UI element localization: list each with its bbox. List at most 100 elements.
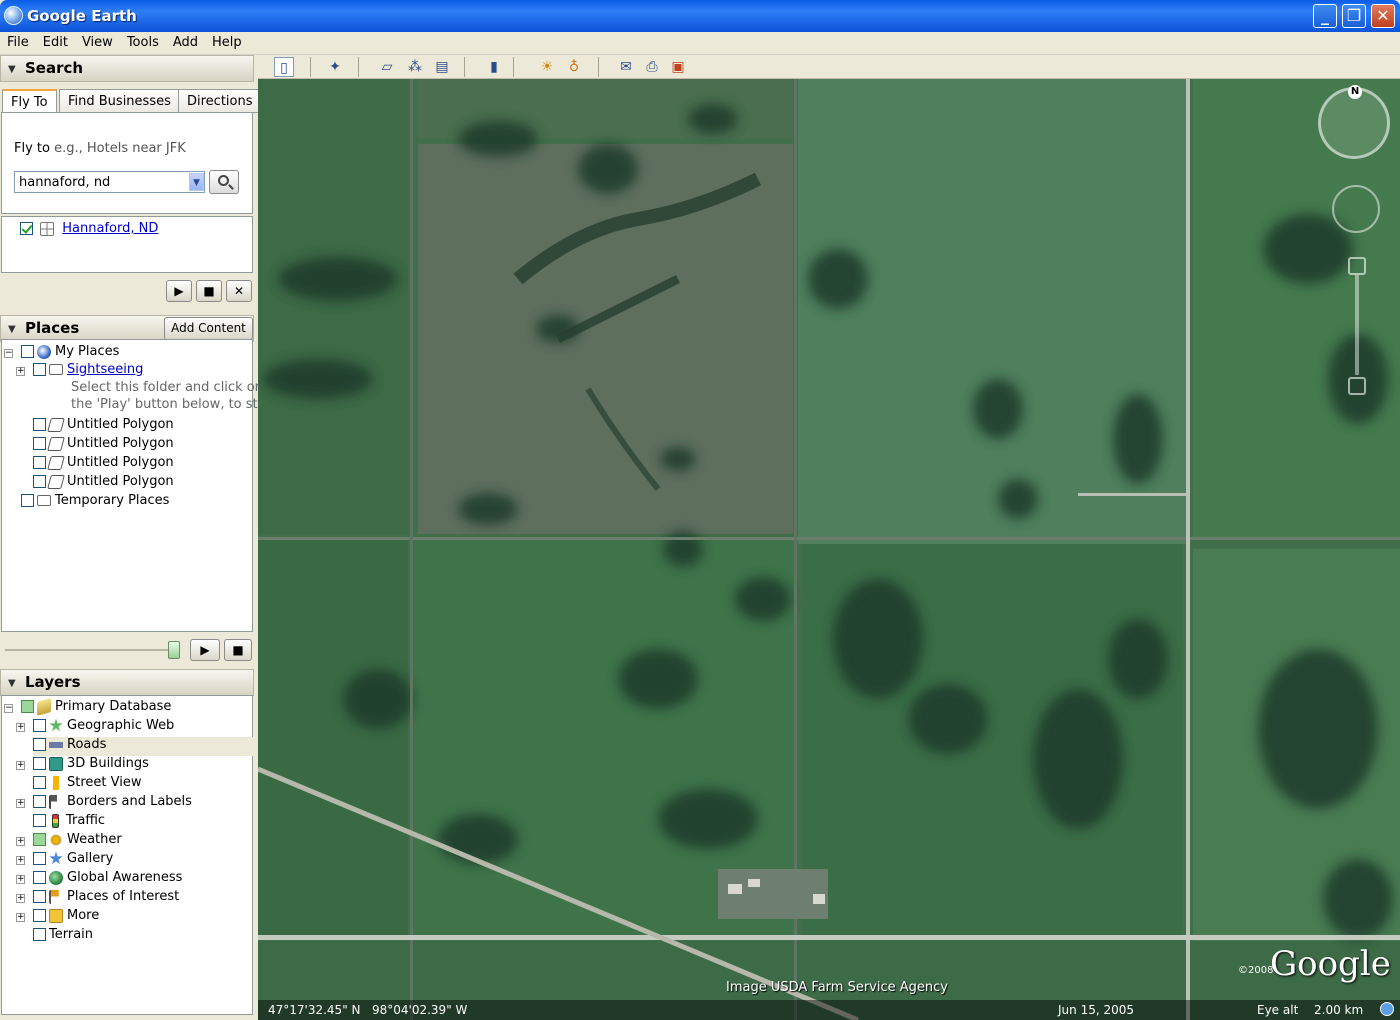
layers-panel-header[interactable]: ▼ Layers bbox=[0, 669, 254, 696]
view-in-maps-icon[interactable]: ▣ bbox=[668, 57, 688, 77]
tab-directions[interactable]: Directions bbox=[178, 89, 262, 113]
zoom-in-icon[interactable] bbox=[1348, 257, 1366, 275]
expand-icon[interactable]: + bbox=[16, 856, 25, 865]
layer-3d-buildings[interactable]: +3D Buildings bbox=[16, 756, 149, 775]
layer-weather[interactable]: + Weather bbox=[16, 832, 122, 851]
road-icon bbox=[49, 737, 63, 752]
tree-item-polygon[interactable]: Untitled Polygon bbox=[33, 455, 174, 474]
checkbox[interactable] bbox=[33, 833, 46, 846]
menu-edit[interactable]: Edit bbox=[36, 32, 75, 50]
tour-slider-handle[interactable] bbox=[168, 641, 180, 659]
menu-add[interactable]: Add bbox=[166, 32, 205, 50]
layer-geographic-web[interactable]: + Geographic Web bbox=[16, 718, 174, 737]
menu-tools[interactable]: Tools bbox=[120, 32, 166, 50]
checkbox[interactable] bbox=[33, 456, 46, 469]
result-item[interactable]: Hannaford, ND bbox=[20, 221, 158, 240]
sidebar-toggle-icon[interactable]: ▯ bbox=[274, 57, 294, 77]
expand-icon[interactable]: + bbox=[16, 367, 25, 376]
checkbox[interactable] bbox=[33, 776, 46, 789]
checkbox[interactable] bbox=[33, 871, 46, 884]
checkbox[interactable] bbox=[33, 852, 46, 865]
search-input[interactable] bbox=[14, 171, 205, 193]
layer-global-awareness[interactable]: + Global Awareness bbox=[16, 870, 182, 889]
placemark-pushpin-icon[interactable]: ✦ bbox=[325, 57, 345, 77]
expand-icon[interactable]: + bbox=[16, 837, 25, 846]
path-icon[interactable]: ⁂ bbox=[405, 57, 425, 77]
tour-stop-button[interactable]: ■ bbox=[224, 639, 252, 661]
collapse-triangle-icon[interactable]: ▼ bbox=[8, 324, 16, 335]
checkbox[interactable] bbox=[33, 363, 46, 376]
search-panel-header[interactable]: ▼ Search bbox=[0, 55, 254, 82]
menu-file[interactable]: File bbox=[0, 32, 36, 50]
tree-label[interactable]: Sightseeing bbox=[67, 362, 143, 377]
ruler-icon[interactable]: ▮ bbox=[484, 57, 504, 77]
checkbox[interactable] bbox=[33, 928, 46, 941]
expand-icon[interactable]: + bbox=[16, 761, 25, 770]
add-content-button[interactable]: Add Content bbox=[164, 317, 253, 340]
checkbox[interactable] bbox=[33, 418, 46, 431]
tree-item-polygon[interactable]: Untitled Polygon bbox=[33, 436, 174, 455]
stop-button[interactable]: ■ bbox=[196, 280, 222, 302]
layer-traffic[interactable]: Traffic bbox=[33, 813, 105, 832]
collapse-triangle-icon[interactable]: ▼ bbox=[8, 64, 16, 75]
checkbox[interactable] bbox=[33, 757, 46, 770]
zoom-slider[interactable] bbox=[1355, 275, 1359, 375]
checkbox[interactable] bbox=[21, 345, 34, 358]
result-link[interactable]: Hannaford, ND bbox=[62, 221, 158, 236]
checkbox[interactable] bbox=[33, 890, 46, 903]
zoom-out-icon[interactable] bbox=[1348, 377, 1366, 395]
tree-item-my-places[interactable]: − My Places bbox=[4, 344, 119, 363]
checkbox[interactable] bbox=[33, 795, 46, 808]
checkbox[interactable] bbox=[33, 437, 46, 450]
tree-item-polygon[interactable]: Untitled Polygon bbox=[33, 474, 174, 493]
tree-item-sightseeing[interactable]: + Sightseeing bbox=[16, 362, 143, 381]
expand-icon[interactable]: + bbox=[16, 894, 25, 903]
checkbox[interactable] bbox=[33, 909, 46, 922]
layer-places-of-interest[interactable]: + Places of Interest bbox=[16, 889, 179, 908]
result-checkbox[interactable] bbox=[20, 222, 33, 235]
sky-planet-icon[interactable]: ♁ bbox=[564, 57, 584, 77]
checkbox[interactable] bbox=[33, 475, 46, 488]
layer-gallery[interactable]: + Gallery bbox=[16, 851, 113, 870]
chevron-down-icon[interactable]: ▼ bbox=[189, 173, 204, 191]
expand-icon[interactable]: + bbox=[16, 875, 25, 884]
look-joystick[interactable] bbox=[1332, 185, 1380, 233]
checkbox[interactable] bbox=[33, 738, 46, 751]
print-icon[interactable]: ⎙ bbox=[642, 57, 662, 77]
checkbox[interactable] bbox=[33, 719, 46, 732]
checkbox[interactable] bbox=[33, 814, 46, 827]
layer-roads[interactable]: Roads bbox=[33, 737, 253, 756]
tree-item-temporary-places[interactable]: Temporary Places bbox=[21, 493, 169, 512]
tour-slider-track[interactable] bbox=[5, 649, 175, 651]
tour-play-button[interactable]: ▶ bbox=[190, 639, 220, 661]
collapse-icon[interactable]: − bbox=[4, 704, 13, 713]
expand-icon[interactable]: + bbox=[16, 723, 25, 732]
email-icon[interactable]: ✉ bbox=[616, 57, 636, 77]
menu-view[interactable]: View bbox=[75, 32, 120, 50]
collapse-triangle-icon[interactable]: ▼ bbox=[8, 678, 16, 689]
layer-terrain[interactable]: Terrain bbox=[33, 927, 93, 946]
layer-street-view[interactable]: Street View bbox=[33, 775, 141, 794]
expand-icon[interactable]: + bbox=[16, 799, 25, 808]
play-button[interactable]: ▶ bbox=[166, 280, 192, 302]
clear-button[interactable]: ✕ bbox=[226, 280, 252, 302]
layer-borders-labels[interactable]: + Borders and Labels bbox=[16, 794, 192, 813]
sunlight-icon[interactable]: ☀ bbox=[537, 57, 557, 77]
tab-fly-to[interactable]: Fly To bbox=[2, 89, 57, 114]
search-button[interactable] bbox=[209, 170, 239, 194]
close-button[interactable]: ✕ bbox=[1371, 4, 1395, 28]
map-view[interactable]: N Image USDA Farm Service Agency ©2008 G… bbox=[258, 79, 1400, 1020]
tree-item-polygon[interactable]: Untitled Polygon bbox=[33, 417, 174, 436]
collapse-icon[interactable]: − bbox=[4, 349, 13, 358]
checkbox[interactable] bbox=[21, 700, 34, 713]
layer-more[interactable]: + More bbox=[16, 908, 99, 927]
menu-help[interactable]: Help bbox=[205, 32, 249, 50]
minimize-button[interactable]: _ bbox=[1313, 4, 1337, 28]
checkbox[interactable] bbox=[21, 494, 34, 507]
image-overlay-icon[interactable]: ▤ bbox=[432, 57, 452, 77]
tab-find-businesses[interactable]: Find Businesses bbox=[59, 89, 180, 113]
polygon-icon[interactable]: ▱ bbox=[377, 57, 397, 77]
layer-primary-database[interactable]: − Primary Database bbox=[4, 697, 171, 718]
maximize-button[interactable]: ❐ bbox=[1342, 4, 1366, 28]
expand-icon[interactable]: + bbox=[16, 913, 25, 922]
